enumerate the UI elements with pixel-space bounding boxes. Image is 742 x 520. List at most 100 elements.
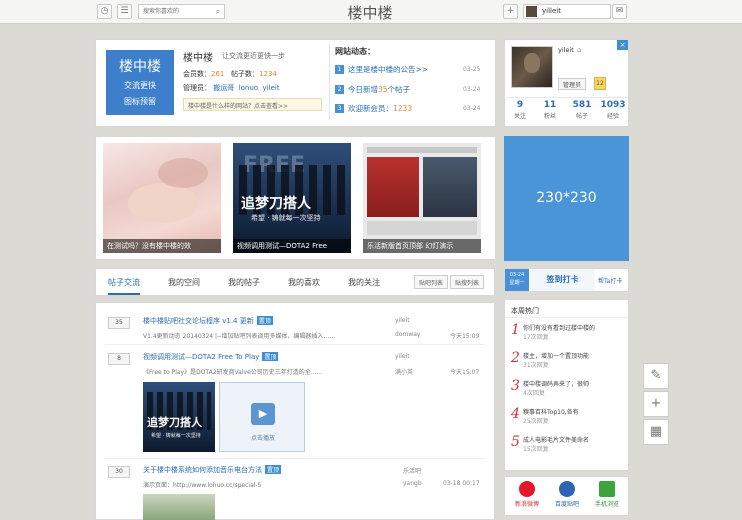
top-bar: ◷ ☰ ⌕ 楼中楼 + yilleit ✉ [0,0,742,24]
thumbnail-headline: 追梦刀搭人 [147,416,202,429]
news-title: 网站动态： [335,47,375,56]
mobile-browse-button[interactable]: 手机浏览 [589,481,625,508]
menu-icon[interactable]: ☰ [117,4,132,19]
post-last-reply[interactable]: 满小英 [395,367,413,376]
video-thumbnail[interactable]: 追梦刀搭人 希望 · 铸就每一次坚持 [143,382,215,452]
add-icon[interactable]: + [643,391,669,417]
video-player[interactable]: ▶ 点击播放 [219,382,305,452]
calendar-badge: 03-24 星期一 [505,269,529,291]
search-icon[interactable]: ⌕ [212,5,224,18]
post-image[interactable] [143,494,215,520]
stat-exp[interactable]: 1093 经验 [599,100,627,120]
reply-count: 35 [108,317,130,329]
tab-my-likes[interactable]: 我的喜欢 [288,277,320,288]
home-icon[interactable]: ⌂ [577,46,581,54]
level-badge: 12 [594,77,606,90]
play-label: 点击播放 [250,435,275,442]
add-icon[interactable]: + [503,4,518,19]
weibo-button[interactable]: 新浪微博 [509,481,545,508]
close-icon[interactable]: × [617,40,628,50]
post-time: 03-18 00:17 [443,480,480,487]
post-excerpt: 《Free to Play》是DOTA2研发商Valve公司历史三年打造的全…… [143,369,323,376]
hot-title: 本周热门 [511,307,539,315]
news-item[interactable]: 这里是楼中楼的公告>> [348,64,428,75]
post-title[interactable]: 视频调用测试—DOTA2 Free To Play 置顶 [143,352,279,362]
slide-image [128,183,198,223]
post-title[interactable]: 关于楼中楼系统如何添加音乐电台方法 置顶 [143,465,282,475]
post-title[interactable]: 楼中楼贴吧社交论坛程序 v1.4 更新 置顶 [143,316,273,326]
slide-caption: 在测试吗？没有楼中楼的效 [103,239,221,253]
slide[interactable]: 在测试吗？没有楼中楼的效 [103,143,221,253]
news-number: 2 [335,85,344,94]
reply-count: 30 [108,466,130,478]
help-signin-link[interactable]: 帮Ta打卡 [598,276,622,285]
play-icon[interactable]: ▶ [251,403,275,425]
post-time: 今天15:07 [450,369,480,376]
slide[interactable]: FREE 追梦刀搭人 希望 · 铸就每一次坚持 视频调用测试—DOTA2 Fre… [233,143,351,253]
stat-following[interactable]: 9 关注 [506,100,534,120]
site-slogan: 让交流更近更快一步 [222,52,285,60]
slide-caption: 视频调用测试—DOTA2 Free [233,239,351,253]
weibo-icon [519,481,535,497]
news-date: 03-25 [463,66,481,73]
admin-link[interactable]: lonuo [239,84,258,92]
post-excerpt: 演示页面：http://www.lohuo.cc/special-5 [143,482,262,489]
slide-image [423,157,477,217]
baidu-tieba-button[interactable]: 百度贴吧 [549,481,585,508]
username: yilleit [542,7,561,15]
share-panel: 新浪微博 百度贴吧 手机浏览 [504,476,629,516]
profile-avatar[interactable] [511,46,553,88]
post-tabs: 帖子交流 我的空间 我的帖子 我的喜欢 我的关注 贴吧列表 贴搜列表 [95,268,495,296]
signin-button[interactable]: 签到打卡 [530,269,595,291]
mobile-icon [599,481,615,497]
news-number: 3 [335,104,344,113]
pinned-tag: 置顶 [262,352,279,361]
post-author[interactable]: 乐活吧 [403,466,421,475]
ad-placeholder[interactable]: 230*230 [504,136,629,261]
site-title[interactable]: 楼中楼 [330,2,410,23]
post-author[interactable]: yileit [395,353,410,360]
pinned-tag: 置顶 [256,316,273,325]
tab-my-posts[interactable]: 我的帖子 [228,277,260,288]
post-excerpt: V1.4更新动态 20140324 |--增加贴吧列表调用多媒体，编辑器插入…… [143,333,336,340]
clock-icon[interactable]: ◷ [97,4,112,19]
edit-icon[interactable]: ✎ [643,363,669,389]
view-grid-button[interactable]: 贴搜列表 [450,275,485,289]
stat-fans[interactable]: 11 粉丝 [536,100,564,120]
role-badge: 管理员 [558,78,587,90]
view-list-button[interactable]: 贴吧列表 [414,275,449,289]
news-date: 03-24 [463,105,481,112]
divider [105,344,485,345]
post-last-reply[interactable]: domway [395,331,420,338]
baidu-paw-icon [559,481,575,497]
news-item[interactable]: 欢迎新会员：1233 [348,103,412,114]
post-author[interactable]: yileit [395,317,410,324]
site-notice[interactable]: 楼中楼是什么样的网站？点击查看>> [183,98,322,111]
thumbnail-subline: 希望 · 铸就每一次坚持 [151,433,201,439]
divider [105,458,485,459]
news-date: 03-24 [463,86,481,93]
site-logo[interactable]: 楼中楼 交流更快 图标预留 [106,50,174,115]
tab-post-exchange[interactable]: 帖子交流 [108,277,140,295]
tab-my-space[interactable]: 我的空间 [168,277,200,288]
admin-link[interactable]: yileit [263,84,280,92]
user-menu[interactable]: yilleit [523,4,611,19]
slide[interactable]: 乐活新版首页顶部 幻灯演示 [363,143,481,253]
tab-my-follows[interactable]: 我的关注 [348,277,380,288]
news-item[interactable]: 今日新增35个帖子 [348,84,410,95]
profile-name[interactable]: yileit [558,46,574,54]
divider [506,97,627,98]
stat-posts[interactable]: 581 帖子 [568,100,596,120]
site-name: 楼中楼 [183,53,213,64]
admin-link[interactable]: 搬运哥 [213,84,234,92]
members-stat: 会员数：261 帖子数：1234 [183,70,277,78]
pinned-tag: 置顶 [265,465,282,474]
news-number: 1 [335,65,344,74]
message-icon[interactable]: ✉ [612,4,627,19]
slide-image [367,157,419,217]
post-last-reply[interactable]: yangb [403,480,422,487]
slide-headline: 追梦刀搭人 [241,196,311,212]
avatar [526,6,537,17]
reply-count: 8 [108,353,130,365]
keyboard-icon[interactable]: ▦ [643,419,669,445]
